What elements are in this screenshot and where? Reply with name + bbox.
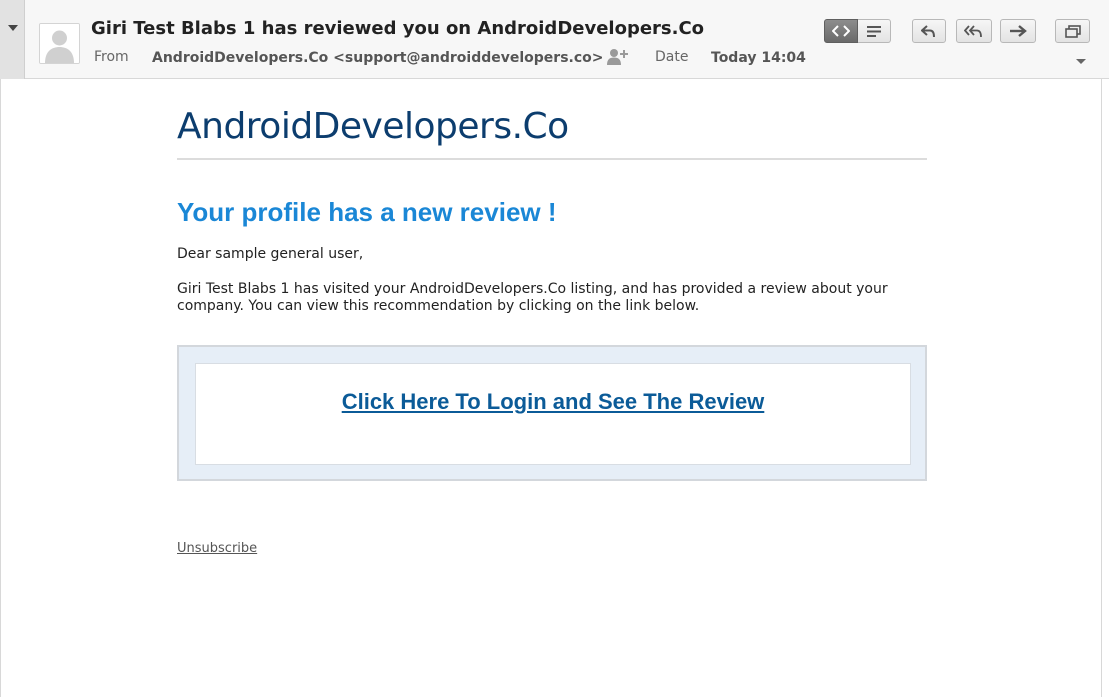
open-window-icon (1064, 24, 1081, 38)
message-header: Giri Test Blabs 1 has reviewed you on An… (0, 0, 1109, 79)
login-review-link[interactable]: Click Here To Login and See The Review (342, 389, 765, 415)
forward-button[interactable] (1000, 19, 1036, 43)
brand-logo: AndroidDevelopers.Co (177, 106, 569, 147)
message-date: Today 14:04 (711, 50, 806, 66)
person-icon (40, 24, 79, 63)
reply-all-icon (964, 24, 982, 37)
email-headline: Your profile has a new review ! (177, 197, 557, 227)
date-label: Date (655, 49, 689, 65)
add-contact-icon[interactable] (606, 47, 630, 67)
header-collapse-toggle[interactable] (0, 0, 25, 79)
sender-address[interactable]: AndroidDevelopers.Co <support@androiddev… (152, 50, 604, 66)
reply-all-button[interactable] (956, 19, 992, 43)
email-subject: Giri Test Blabs 1 has reviewed you on An… (91, 18, 705, 39)
chevron-down-icon (8, 25, 18, 31)
reply-icon (921, 24, 935, 37)
cta-inner-box: Click Here To Login and See The Review (195, 363, 911, 465)
text-view-icon (867, 25, 881, 37)
from-label: From (94, 49, 129, 65)
html-view-button[interactable] (824, 19, 858, 43)
more-options-chevron-icon[interactable] (1076, 59, 1086, 64)
reply-button[interactable] (912, 19, 946, 43)
html-view-icon (832, 25, 850, 37)
body-paragraph: Giri Test Blabs 1 has visited your Andro… (177, 281, 888, 314)
greeting-text: Dear sample general user, (177, 246, 364, 262)
sender-avatar (39, 23, 80, 64)
forward-icon (1010, 25, 1027, 37)
text-view-button[interactable] (858, 19, 891, 43)
cta-box: Click Here To Login and See The Review (177, 345, 927, 481)
open-in-new-window-button[interactable] (1055, 19, 1090, 43)
logo-divider (177, 158, 927, 160)
unsubscribe-link[interactable]: Unsubscribe (177, 541, 257, 556)
